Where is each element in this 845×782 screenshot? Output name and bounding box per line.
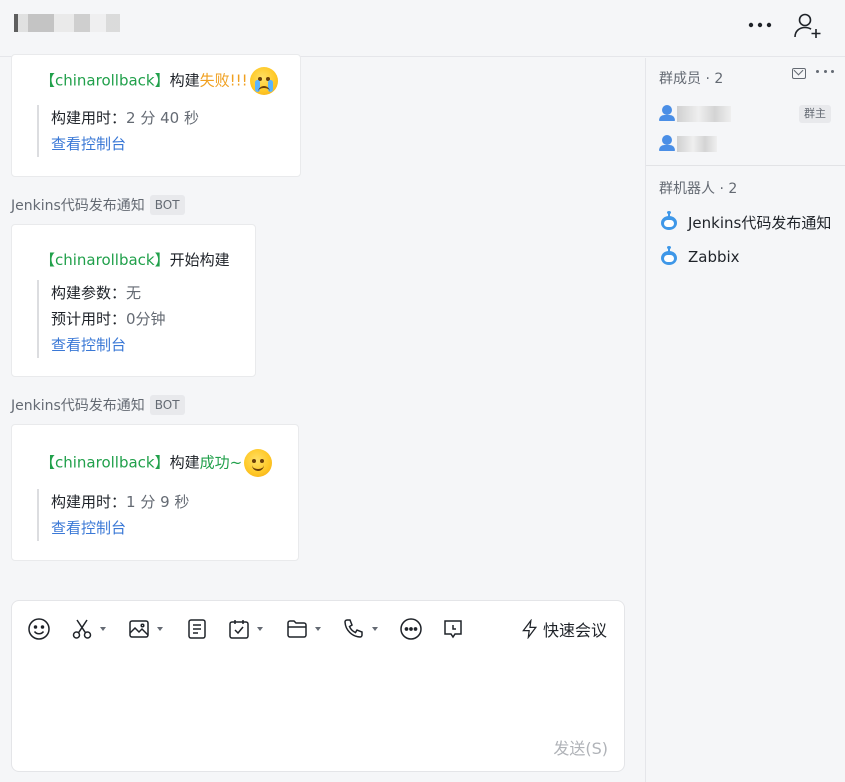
status-text: 失败!!! <box>199 71 248 90</box>
chevron-down-icon[interactable] <box>257 627 263 631</box>
bot-name: Jenkins代码发布通知 <box>688 213 832 232</box>
quick-meeting-button[interactable]: 快速会议 <box>520 614 607 644</box>
field-value: 0分钟 <box>126 310 166 328</box>
bot-item-jenkins[interactable]: Jenkins代码发布通知 <box>659 210 831 234</box>
field-value: 无 <box>126 284 142 302</box>
message-title: 【chinarollback】构建成功~ <box>40 449 273 477</box>
more-options-icon[interactable] <box>816 64 834 78</box>
user-avatar-icon <box>659 135 675 153</box>
field-key: 构建参数： <box>51 284 127 302</box>
crying-face-icon <box>249 67 278 95</box>
bot-item-zabbix[interactable]: Zabbix <box>659 245 740 269</box>
message-fields: 构建用时：2 分 40 秒 查看控制台 <box>37 105 199 157</box>
image-icon[interactable] <box>127 614 163 644</box>
member-item[interactable] <box>659 133 717 155</box>
chevron-down-icon[interactable] <box>157 627 163 631</box>
send-button[interactable]: 发送(S) <box>553 735 608 759</box>
document-icon[interactable] <box>185 614 209 644</box>
field-row: 构建用时：2 分 40 秒 <box>51 105 199 131</box>
project-name: 【chinarollback】 <box>40 71 170 90</box>
field-row: 构建参数：无 <box>51 280 166 306</box>
more-options-icon[interactable] <box>745 14 775 36</box>
field-value: 1 分 9 秒 <box>126 493 190 511</box>
owner-badge: 群主 <box>799 105 831 123</box>
member-name-redacted <box>677 136 717 152</box>
chevron-down-icon[interactable] <box>315 627 321 631</box>
status-text: 成功~ <box>199 453 243 472</box>
bot-badge: BOT <box>149 195 185 215</box>
action-prefix: 构建 <box>169 71 200 90</box>
screenshot-scissors-icon[interactable] <box>70 614 106 644</box>
field-key: 构建用时： <box>51 493 127 511</box>
folder-icon[interactable] <box>285 614 321 644</box>
view-console-link[interactable]: 查看控制台 <box>51 519 126 537</box>
emoji-icon[interactable] <box>27 614 51 644</box>
bot-name: Zabbix <box>688 248 740 266</box>
project-name: 【chinarollback】 <box>40 453 170 472</box>
lightning-icon <box>522 619 538 639</box>
group-info-sidebar: 群成员 · 2 群主 群机器人 · 2 Jenkins代码发布通知 Zabbix <box>645 58 845 782</box>
message-title: 【chinarollback】构建失败!!! <box>40 67 278 95</box>
add-member-icon[interactable] <box>792 10 824 42</box>
field-row: 预计用时：0分钟 <box>51 306 166 332</box>
chevron-down-icon[interactable] <box>100 627 106 631</box>
robot-icon <box>659 211 679 232</box>
message-title: 【chinarollback】开始构建 <box>40 249 230 270</box>
view-console-link[interactable]: 查看控制台 <box>51 135 126 153</box>
message-card-build-started: 【chinarollback】开始构建 构建参数：无 预计用时：0分钟 查看控制… <box>11 224 256 377</box>
field-row: 构建用时：1 分 9 秒 <box>51 489 189 515</box>
phone-icon[interactable] <box>342 614 378 644</box>
project-name: 【chinarollback】 <box>40 251 170 269</box>
more-circle-icon[interactable] <box>399 614 423 644</box>
action-prefix: 构建 <box>169 453 200 472</box>
members-header: 群成员 · 2 <box>659 71 724 87</box>
member-name-redacted <box>677 106 731 122</box>
bots-header: 群机器人 · 2 <box>659 181 738 197</box>
message-card-build-failed: 【chinarollback】构建失败!!! 构建用时：2 分 40 秒 查看控… <box>11 54 301 177</box>
chat-title-redacted <box>14 14 120 32</box>
sender-name: Jenkins代码发布通知 <box>11 198 145 214</box>
chevron-down-icon[interactable] <box>372 627 378 631</box>
user-avatar-icon <box>659 105 675 123</box>
calendar-check-icon[interactable] <box>227 614 263 644</box>
feedback-icon[interactable] <box>441 614 465 644</box>
message-composer[interactable]: 快速会议 发送(S) <box>11 600 625 772</box>
field-value: 2 分 40 秒 <box>126 109 199 127</box>
message-fields: 构建用时：1 分 9 秒 查看控制台 <box>37 489 189 541</box>
chat-messages-area: 【chinarollback】构建失败!!! 构建用时：2 分 40 秒 查看控… <box>0 54 645 782</box>
sender-name: Jenkins代码发布通知 <box>11 398 145 414</box>
message-sender: Jenkins代码发布通知 BOT <box>11 195 185 215</box>
message-fields: 构建参数：无 预计用时：0分钟 查看控制台 <box>37 280 166 358</box>
quick-meeting-label: 快速会议 <box>543 621 608 640</box>
robot-icon <box>659 246 679 267</box>
divider <box>646 165 845 166</box>
bot-badge: BOT <box>149 395 185 415</box>
action-prefix: 开始构建 <box>169 251 230 269</box>
message-sender: Jenkins代码发布通知 BOT <box>11 395 185 415</box>
member-item[interactable] <box>659 103 731 125</box>
view-console-link[interactable]: 查看控制台 <box>51 336 126 354</box>
smiling-face-icon <box>244 449 273 477</box>
top-bar <box>0 0 845 57</box>
field-key: 构建用时： <box>51 109 127 127</box>
field-key: 预计用时： <box>51 310 127 328</box>
message-card-build-success: 【chinarollback】构建成功~ 构建用时：1 分 9 秒 查看控制台 <box>11 424 299 561</box>
mail-icon[interactable] <box>792 68 806 79</box>
